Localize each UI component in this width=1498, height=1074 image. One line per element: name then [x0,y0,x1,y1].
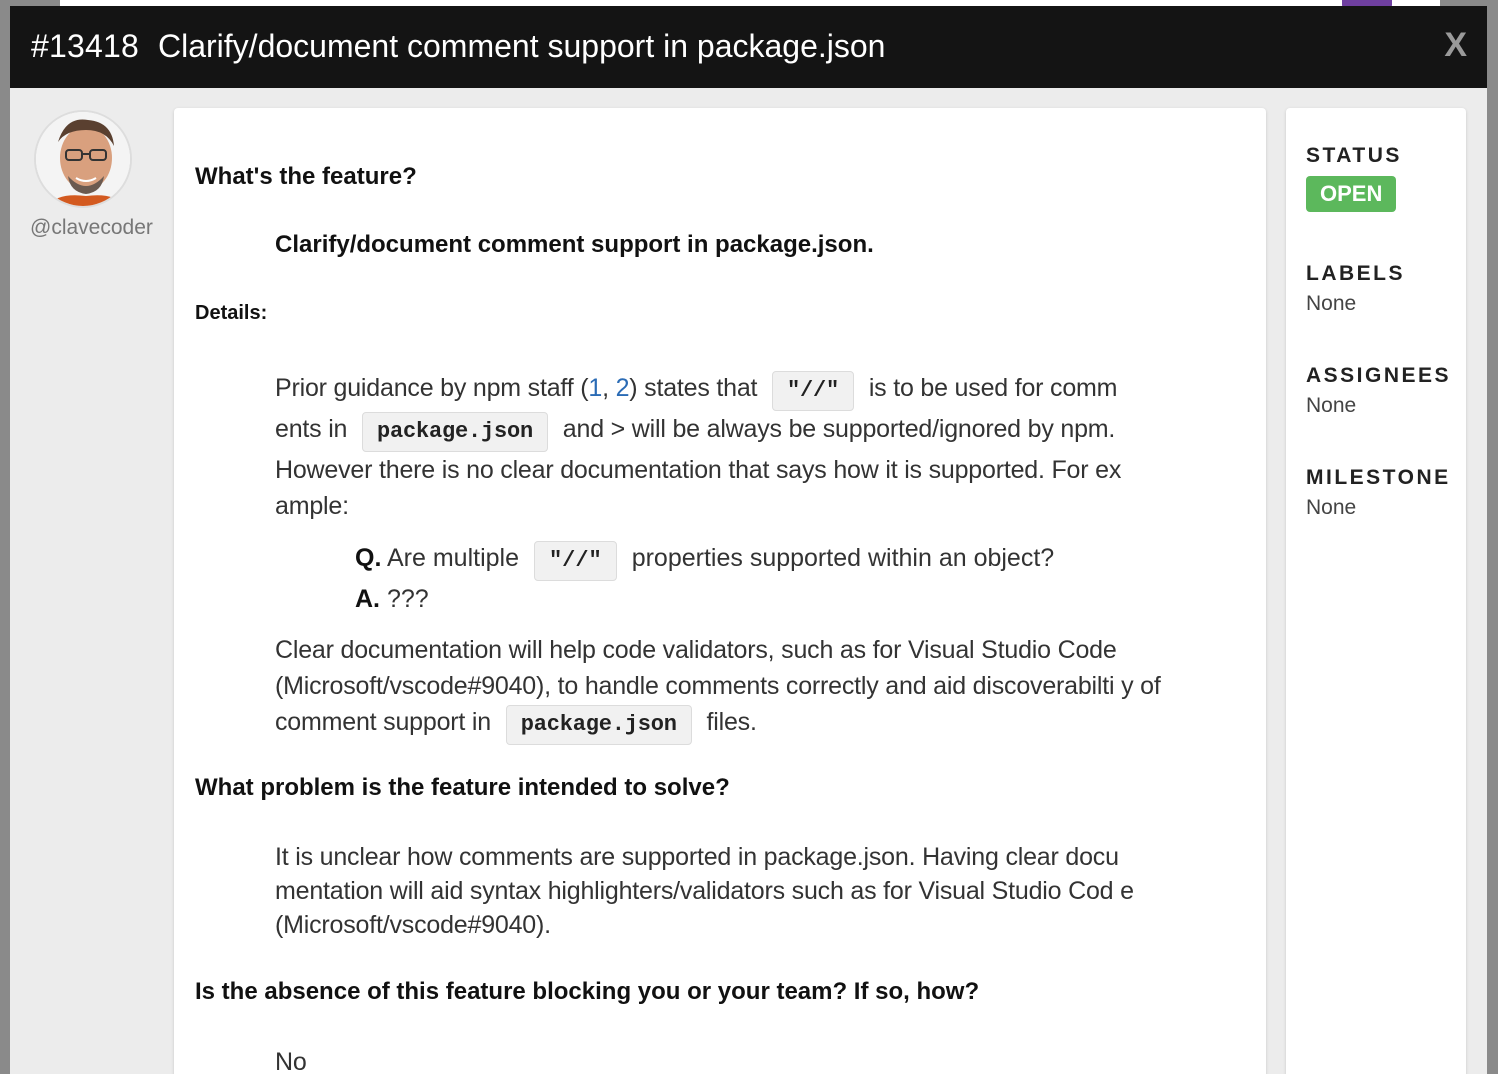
answer-line: A. ??? [355,581,1155,617]
avatar-image [36,112,130,206]
author-block: @clavecoder [30,110,162,239]
issue-number: #13418 [31,28,139,64]
heading-blocking: Is the absence of this feature blocking … [195,978,980,1005]
question-answer: Q. Are multiple "//" properties supporte… [355,540,1155,617]
paragraph-blocking-answer: No [275,1048,307,1074]
issue-modal: #13418 Clarify/document comment support … [10,6,1487,1074]
issue-body-card: What's the feature? Clarify/document com… [174,108,1266,1074]
labels-label: LABELS [1306,262,1405,285]
avatar[interactable] [34,110,132,208]
inline-code: package.json [362,412,549,452]
feature-name: Clarify/document comment support in pack… [275,231,874,258]
paragraph-problem: It is unclear how comments are supported… [275,843,1134,939]
text: files. [706,708,757,736]
modal-header: #13418 Clarify/document comment support … [10,6,1487,88]
details-label: Details: [195,302,268,324]
issue-sidebar: STATUS OPEN LABELS None ASSIGNEES None M… [1286,108,1466,1074]
text: ??? [386,585,429,613]
link-guidance-1[interactable]: 1 [588,374,602,402]
status-label: STATUS [1306,144,1402,167]
author-username[interactable]: @clavecoder [30,216,153,240]
heading-feature: What's the feature? [195,163,417,190]
question-label: Q. [355,544,382,572]
text: Prior guidance by npm staff ( [275,374,589,402]
status-badge: OPEN [1306,176,1397,212]
issue-title: Clarify/document comment support in pack… [158,28,886,64]
paragraph-clear-docs: Clear documentation will help code valid… [275,632,1165,745]
link-guidance-2[interactable]: 2 [616,374,630,402]
close-button[interactable]: X [1444,26,1467,65]
heading-problem: What problem is the feature intended to … [195,774,730,801]
inline-code: "//" [772,371,855,411]
text: Are multiple [386,544,519,572]
text: properties supported within an object? [631,544,1055,572]
question-line: Q. Are multiple "//" properties supporte… [355,540,1155,581]
assignees-value: None [1306,394,1357,417]
milestone-value: None [1306,496,1357,519]
milestone-label: MILESTONE [1306,466,1451,489]
paragraph-prior-guidance: Prior guidance by npm staff (1, 2) state… [275,370,1165,524]
labels-value: None [1306,292,1357,315]
answer-label: A. [355,585,380,613]
inline-code: package.json [505,705,692,745]
assignees-label: ASSIGNEES [1306,364,1452,387]
text: , [602,374,616,402]
inline-code: "//" [533,541,617,581]
text: ) states that [629,374,758,402]
